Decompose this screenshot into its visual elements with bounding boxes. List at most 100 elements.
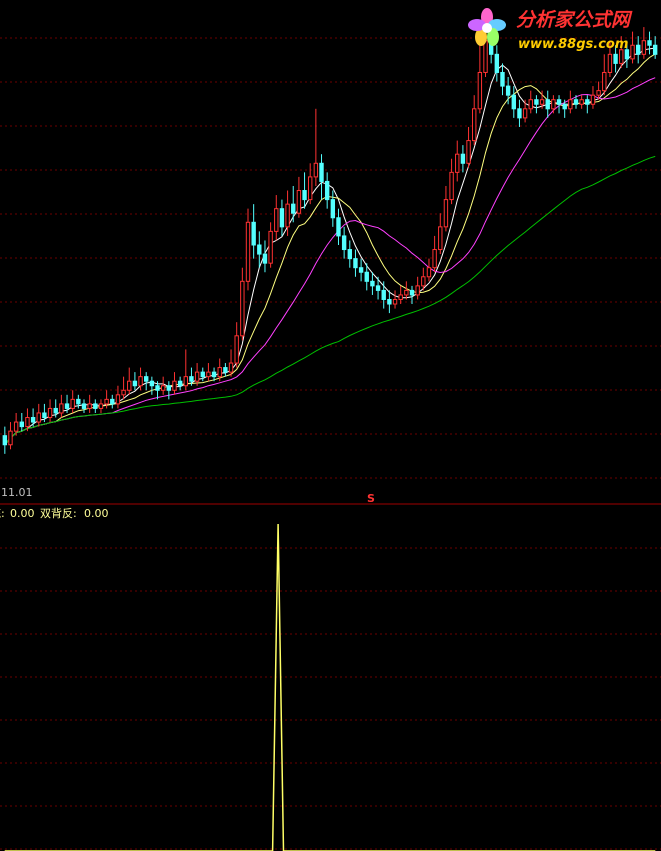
candle-body [155,385,160,391]
candle-body [25,417,30,428]
indicator-prefix-value: 0.00 [10,507,35,520]
candle-body [336,217,341,237]
candle-body [539,99,545,105]
candle-body [19,421,24,428]
candle-body [291,203,296,214]
candle-body [466,140,471,164]
candle-body [30,417,36,423]
candle-body [647,40,652,46]
indicator-value: 0.00 [84,507,109,520]
candle-body [36,412,41,423]
candle-body [8,430,13,446]
candle-body [76,398,81,405]
logo-url: www.88gs.com [518,37,628,52]
candle-body [87,403,92,409]
candle-body [483,40,488,73]
candle-body [613,53,618,64]
candle-body [64,403,70,409]
candle-body [636,44,641,55]
candle-body [421,276,426,287]
candle-body [98,403,104,409]
candle-body [568,99,573,110]
candle-body [630,44,635,60]
signal-marker: S [367,492,375,505]
candle-body [42,412,47,419]
candle-body [398,294,403,300]
logo-title: 分析家公式网 [516,9,633,31]
candle-body [59,403,64,414]
candle-body [127,380,132,391]
candle-body [370,280,375,287]
candle-body [522,108,528,119]
candle-body [200,371,205,378]
candle-body [579,99,584,105]
candle-body [472,108,477,142]
candle-body [534,99,539,105]
candle-body [353,258,358,269]
candle-body [217,367,222,378]
candle-body [262,253,268,264]
candle-body [160,385,166,391]
candle-body [432,249,437,269]
indicator-name: 双背反: [40,506,77,520]
candle-body [341,235,347,251]
candle-body [121,389,126,396]
candle-body [551,99,556,110]
candle-body [194,371,200,382]
candle-body [387,298,392,305]
candle-body [585,99,590,105]
stock-chart: 11.01 S 底: 0.00 双背反: 0.00 分析家公式网 www.88g… [0,0,661,851]
candle-body [70,398,75,409]
candle-body [234,335,239,364]
candle-body [324,180,330,201]
candle-body [166,385,172,391]
candle-body [53,407,58,414]
candle-body [477,71,483,110]
candle-body [13,421,19,432]
candle-body [347,249,352,260]
candle-body [308,176,313,201]
candle-body [438,226,443,251]
candle-body [274,208,279,232]
candle-body [302,190,307,201]
candle-body [596,90,601,96]
candle-body [268,230,273,264]
candle-body [500,71,505,87]
candle-body [211,371,217,378]
candle-body [93,403,98,409]
candle-body [177,380,183,387]
candle-body [562,103,567,110]
candle-body [330,199,336,219]
candle-body [47,407,53,419]
date-label: 11.01 [1,486,33,499]
candle-body [449,171,454,201]
candle-body [245,221,251,282]
candle-body [545,99,550,110]
candle-body [505,85,511,96]
candle-body [257,244,262,255]
candle-body [404,289,409,296]
candle-body [415,285,420,296]
candle-body [132,380,138,387]
candle-body [517,108,522,119]
candle-body [556,99,562,105]
logo: 分析家公式网 www.88gs.com [468,8,633,52]
candle-body [494,53,500,73]
candle-body [251,221,256,246]
candle-body [110,398,115,405]
candle-body [189,376,194,382]
candle-body [455,153,460,173]
candle-body [375,285,381,291]
candle-body [115,394,121,405]
chart-background [0,0,661,851]
candle-body [392,298,398,305]
indicator-prefix-label: 底: [0,506,5,520]
candle-body [223,367,228,373]
candle-body [279,208,285,228]
candle-body [285,203,290,228]
candle-body [149,380,155,387]
candle-body [573,99,579,105]
candle-body [652,44,658,55]
candle-body [240,280,245,337]
candle-body [443,199,449,228]
